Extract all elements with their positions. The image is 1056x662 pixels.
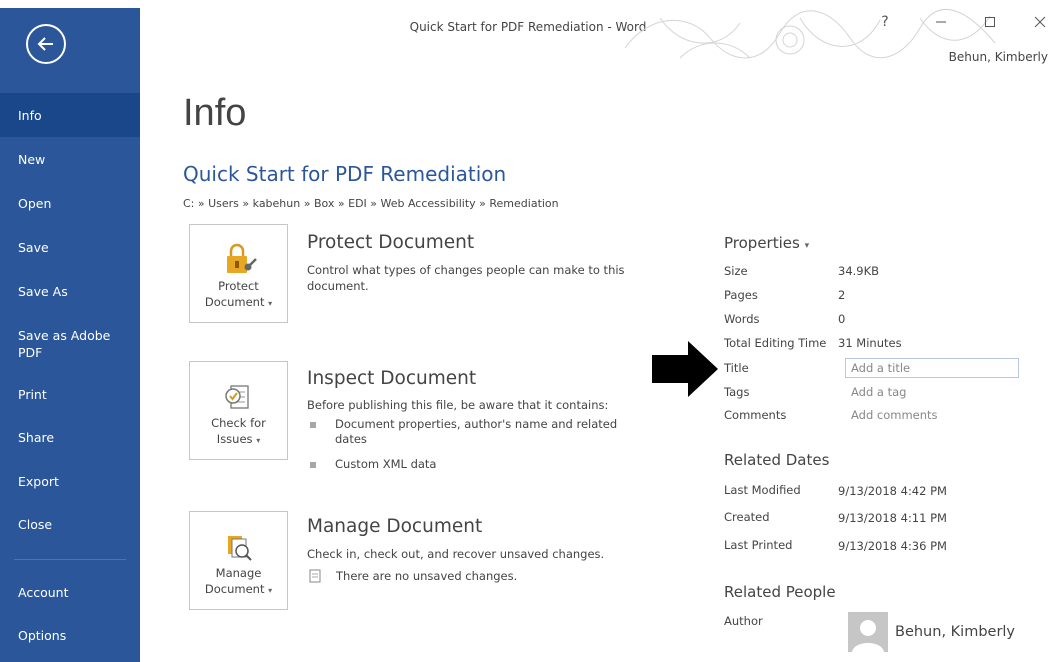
- properties-heading[interactable]: Properties ▾: [724, 234, 809, 252]
- created-label: Created: [724, 510, 770, 524]
- minimize-icon: [936, 21, 946, 23]
- manage-section-note: There are no unsaved changes.: [336, 569, 518, 583]
- arrow-right-icon: [652, 341, 718, 397]
- prop-size-value: 34.9KB: [838, 264, 880, 278]
- close-window-button[interactable]: [1026, 12, 1054, 32]
- nav-save-as-adobe-pdf[interactable]: Save as Adobe PDF: [0, 319, 140, 369]
- close-icon: [1034, 16, 1046, 28]
- protect-button-label-line2: Document ▾: [190, 294, 287, 312]
- protect-button-label-line1: Protect: [218, 279, 259, 293]
- protect-button-label-text: Document: [204, 295, 265, 309]
- manage-button-label-line2: Document ▾: [190, 581, 287, 599]
- bullet-icon: [310, 457, 328, 473]
- maximize-icon: [985, 17, 995, 27]
- chevron-down-icon: ▾: [256, 436, 261, 445]
- prop-pages-value: 2: [838, 288, 846, 302]
- backstage-sidebar: Info New Open Save Save As Save as Adobe…: [0, 8, 140, 662]
- chevron-down-icon: ▾: [268, 299, 273, 308]
- manage-document-button[interactable]: Manage Document ▾: [189, 511, 288, 610]
- nav-new[interactable]: New: [0, 137, 140, 181]
- comments-input[interactable]: Add comments: [851, 408, 938, 422]
- nav-info[interactable]: Info: [0, 93, 140, 137]
- inspect-bullet-2: Custom XML data: [335, 457, 437, 471]
- related-dates-heading: Related Dates: [724, 451, 830, 469]
- author-name[interactable]: Behun, Kimberly: [895, 624, 1015, 640]
- person-icon: [848, 612, 888, 652]
- author-label: Author: [724, 614, 763, 628]
- protect-section-desc: Control what types of changes people can…: [307, 263, 625, 293]
- last-modified-value: 9/13/2018 4:42 PM: [838, 484, 947, 498]
- page-title: Info: [183, 92, 247, 134]
- prop-words-value: 0: [838, 312, 846, 326]
- signed-in-user[interactable]: Behun, Kimberly: [949, 50, 1048, 64]
- issues-button-label-line2: Issues ▾: [190, 431, 287, 449]
- chevron-down-icon: ▾: [268, 586, 273, 595]
- prop-words-label: Words: [724, 312, 760, 326]
- protect-document-button[interactable]: Protect Document ▾: [189, 224, 288, 323]
- prop-tags-label: Tags: [724, 385, 750, 399]
- document-path-breadcrumb[interactable]: C: » Users » kabehun » Box » EDI » Web A…: [183, 197, 559, 210]
- manage-section-title: Manage Document: [307, 516, 483, 537]
- inspect-section-title: Inspect Document: [307, 368, 477, 389]
- document-versions-icon: [228, 536, 252, 561]
- minimize-button[interactable]: [927, 12, 955, 32]
- issues-button-label-line1: Check for: [211, 416, 266, 430]
- prop-comments-label: Comments: [724, 408, 787, 422]
- nav-print[interactable]: Print: [0, 372, 140, 416]
- nav-account[interactable]: Account: [0, 570, 140, 614]
- nav-open[interactable]: Open: [0, 181, 140, 225]
- nav-close[interactable]: Close: [0, 502, 140, 546]
- prop-editing-time-value: 31 Minutes: [838, 336, 902, 350]
- related-people-heading: Related People: [724, 583, 836, 601]
- manage-button-label-line1: Manage: [215, 566, 262, 580]
- document-title: Quick Start for PDF Remediation: [183, 162, 507, 186]
- prop-title-label: Title: [724, 361, 749, 375]
- sidebar-divider: [14, 559, 126, 560]
- back-arrow-icon: [37, 37, 53, 51]
- prop-editing-time-label: Total Editing Time: [724, 336, 827, 350]
- last-printed-value: 9/13/2018 4:36 PM: [838, 539, 947, 553]
- nav-options[interactable]: Options: [0, 613, 140, 657]
- lock-key-icon: [227, 243, 257, 273]
- manage-button-label-text: Document: [204, 582, 265, 596]
- inspect-bullet-1: Document properties, author's name and r…: [335, 417, 618, 446]
- last-modified-label: Last Modified: [724, 483, 801, 497]
- nav-save-as[interactable]: Save As: [0, 269, 140, 313]
- nav-share[interactable]: Share: [0, 415, 140, 459]
- prop-size-label: Size: [724, 264, 748, 278]
- protect-section-title: Protect Document: [307, 232, 475, 253]
- created-value: 9/13/2018 4:11 PM: [838, 511, 947, 525]
- restore-button[interactable]: [976, 12, 1004, 32]
- last-printed-label: Last Printed: [724, 538, 793, 552]
- prop-pages-label: Pages: [724, 288, 758, 302]
- chevron-down-icon: ▾: [804, 241, 810, 251]
- document-icon: [309, 569, 321, 583]
- check-for-issues-button[interactable]: Check for Issues ▾: [189, 361, 288, 460]
- bullet-icon: [310, 417, 328, 433]
- checklist-magnifier-icon: [225, 385, 249, 409]
- avatar[interactable]: [848, 612, 888, 652]
- inspect-section-desc: Before publishing this file, be aware th…: [307, 398, 609, 412]
- title-input[interactable]: Add a title: [845, 358, 1019, 378]
- nav-save[interactable]: Save: [0, 225, 140, 269]
- help-button[interactable]: ?: [871, 12, 899, 32]
- properties-heading-text: Properties: [724, 234, 800, 252]
- nav-export[interactable]: Export: [0, 459, 140, 503]
- manage-section-desc: Check in, check out, and recover unsaved…: [307, 547, 605, 561]
- issues-button-label-text: Issues: [216, 432, 253, 446]
- tags-input[interactable]: Add a tag: [851, 385, 906, 399]
